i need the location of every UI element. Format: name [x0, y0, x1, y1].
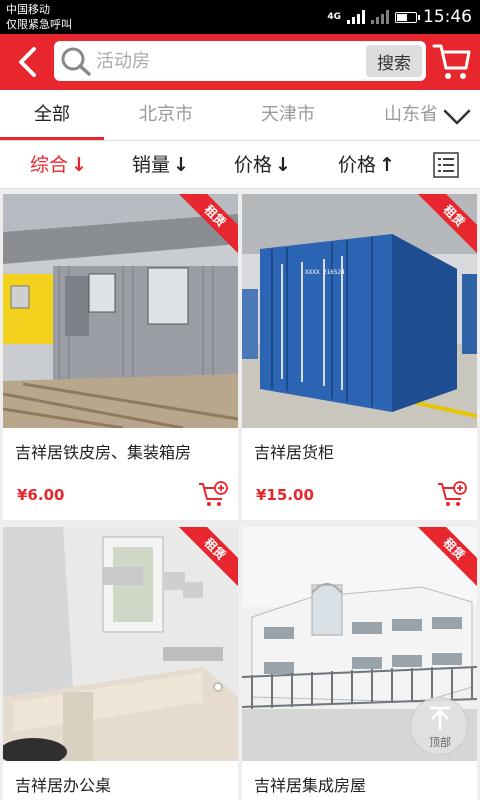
product-title: 吉祥居办公桌	[15, 776, 112, 795]
sort-label: 价格	[234, 154, 273, 176]
tab-all[interactable]: 全部	[0, 90, 104, 140]
network-type: 4G	[327, 12, 341, 22]
search-input[interactable]	[96, 41, 366, 81]
sort-price-desc[interactable]: 价格 ↓	[234, 141, 291, 189]
tab-shandong[interactable]: 山东省	[366, 90, 436, 140]
search-box: 搜索	[54, 41, 426, 81]
signal-icon-2	[371, 10, 389, 24]
cart-icon[interactable]	[432, 40, 472, 82]
back-arrow-icon	[19, 47, 36, 77]
clock: 15:46	[423, 7, 472, 27]
sort-label: 价格	[338, 154, 377, 176]
list-view-icon[interactable]	[433, 152, 459, 178]
status-left: 中国移动 仅限紧急呼叫	[6, 2, 72, 32]
sort-label: 销量	[132, 154, 171, 176]
sort-label: 综合	[30, 154, 69, 176]
back-to-top-button[interactable]: 顶部	[410, 697, 468, 755]
sort-price-asc[interactable]: 价格 ↑	[338, 141, 395, 189]
chevron-down-icon[interactable]	[442, 106, 472, 128]
product-price: ¥15.00	[256, 486, 314, 504]
sort-comprehensive[interactable]: 综合 ↓	[30, 141, 87, 189]
tab-tianjin[interactable]: 天津市	[236, 90, 340, 140]
sort-arrow: ↓	[173, 154, 189, 176]
product-card[interactable]: XXXX 216524 租赁 吉祥居货柜 ¥15.00	[242, 194, 477, 520]
sort-arrow: ↑	[379, 154, 395, 176]
product-title: 吉祥居货柜	[254, 443, 335, 462]
product-price: ¥6.00	[17, 486, 65, 504]
product-image: 租赁	[3, 194, 238, 428]
header-bar: 搜索	[0, 34, 480, 90]
city-tabs: 全部 北京市 天津市 山东省	[0, 90, 480, 140]
tab-beijing[interactable]: 北京市	[114, 90, 218, 140]
svg-text:XXXX 216524: XXXX 216524	[305, 269, 345, 276]
product-card[interactable]: 租赁 吉祥居铁皮房、集装箱房 ¥6.00	[3, 194, 238, 520]
back-button[interactable]	[8, 42, 48, 82]
emergency-label: 仅限紧急呼叫	[6, 18, 72, 31]
status-right: 4G 15:46	[327, 4, 472, 30]
carrier-label: 中国移动	[6, 3, 50, 16]
search-button[interactable]: 搜索	[366, 45, 422, 77]
add-to-cart-icon[interactable]	[437, 480, 467, 508]
rental-badge: 租赁	[178, 527, 238, 587]
product-card[interactable]: 租赁 吉祥居集成房屋	[242, 527, 477, 800]
sort-sales[interactable]: 销量 ↓	[132, 141, 189, 189]
signal-icon	[347, 10, 365, 24]
rental-badge: 租赁	[417, 194, 477, 254]
product-title: 吉祥居铁皮房、集装箱房	[15, 443, 192, 462]
add-to-cart-icon[interactable]	[198, 480, 228, 508]
product-title: 吉祥居集成房屋	[254, 776, 367, 795]
product-image: XXXX 216524 租赁	[242, 194, 477, 428]
product-card[interactable]: 租赁 吉祥居办公桌	[3, 527, 238, 800]
arrow-up-icon	[430, 706, 450, 730]
sort-arrow: ↓	[71, 154, 87, 176]
rental-badge: 租赁	[178, 194, 238, 254]
status-bar: 中国移动 仅限紧急呼叫 4G 15:46	[0, 0, 480, 34]
sort-bar: 综合 ↓ 销量 ↓ 价格 ↓ 价格 ↑	[0, 141, 480, 189]
search-icon	[61, 47, 91, 76]
back-to-top-label: 顶部	[429, 736, 451, 749]
product-image: 租赁	[3, 527, 238, 761]
rental-badge: 租赁	[417, 527, 477, 587]
battery-icon	[395, 11, 420, 23]
sort-arrow: ↓	[275, 154, 291, 176]
